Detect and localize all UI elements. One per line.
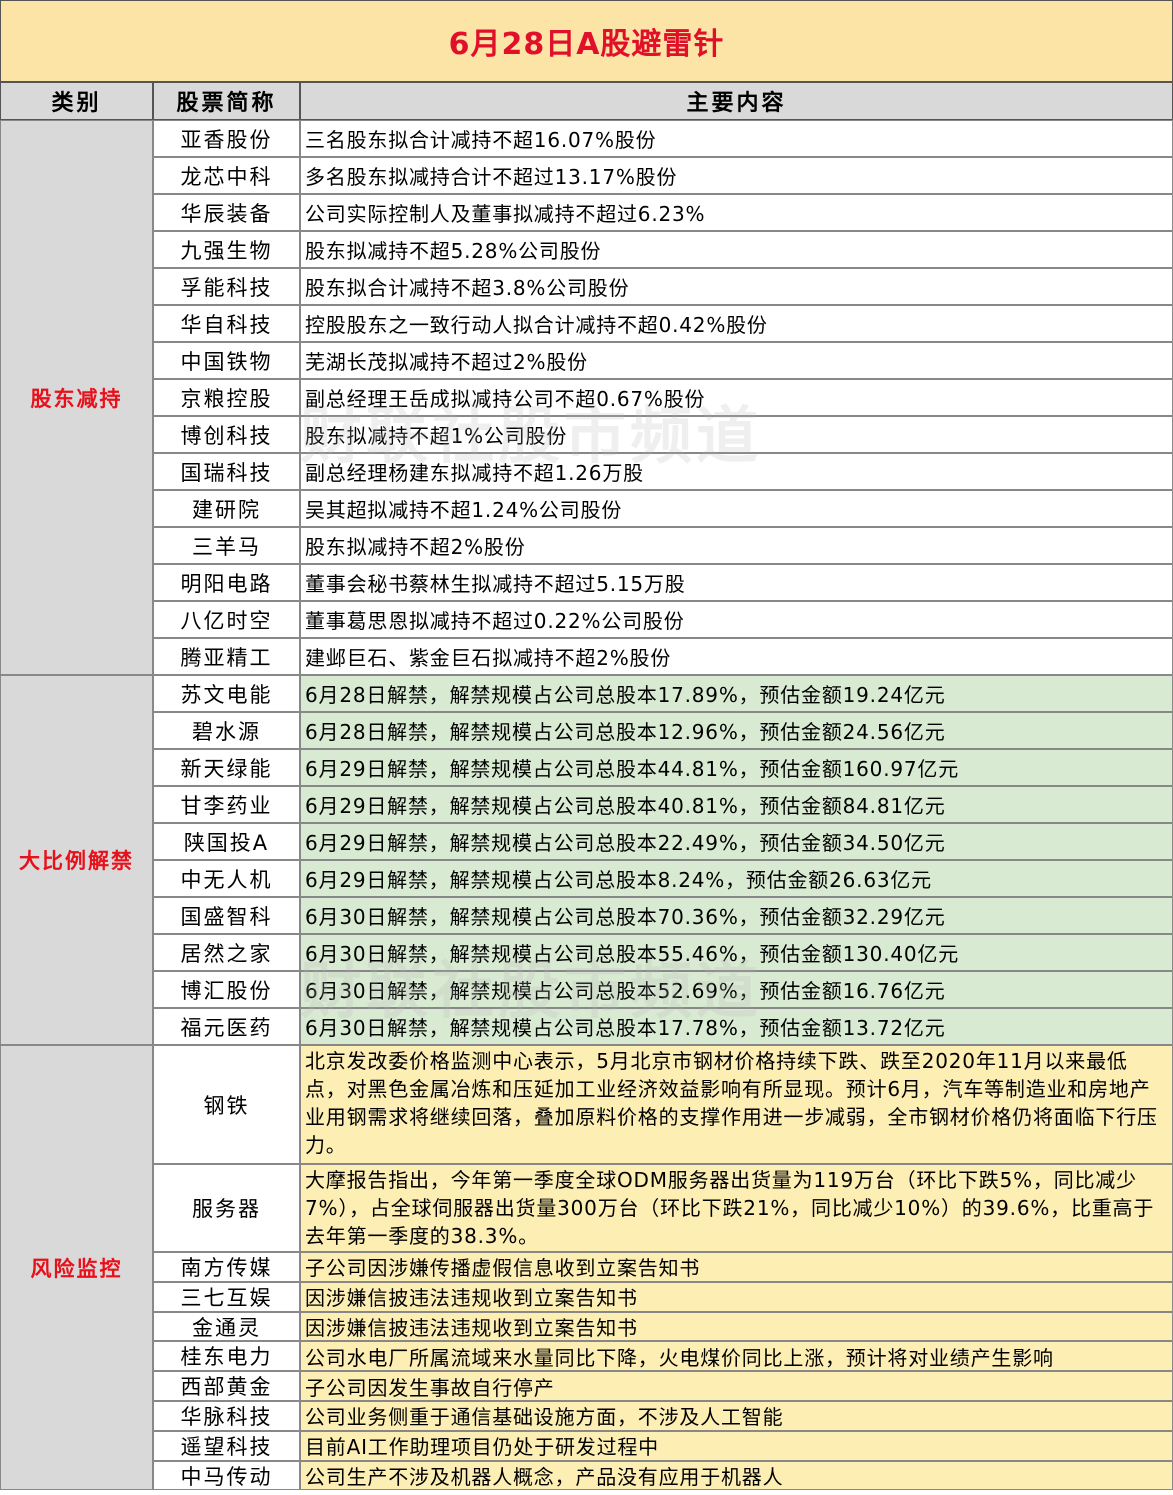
stock-name: 龙芯中科 <box>153 157 300 194</box>
content-cell: 目前AI工作助理项目仍处于研发过程中 <box>300 1430 1173 1461</box>
content-cell: 公司水电厂所属流域来水量同比下降，火电煤价同比上涨，预计将对业绩产生影响 <box>300 1341 1173 1372</box>
content-cell: 6月28日解禁，解禁规模占公司总股本12.96%，预估金额24.56亿元 <box>300 712 1173 749</box>
category-cell: 大比例解禁 <box>0 675 153 1045</box>
stock-name: 碧水源 <box>153 712 300 749</box>
content-cell: 股东拟减持不超5.28%公司股份 <box>300 231 1173 268</box>
content-cell: 副总经理杨建东拟减持不超1.26万股 <box>300 453 1173 490</box>
stock-name: 华脉科技 <box>153 1401 300 1431</box>
stock-name: 甘李药业 <box>153 786 300 823</box>
stock-name: 福元医药 <box>153 1008 300 1045</box>
content-cell: 6月29日解禁，解禁规模占公司总股本8.24%，预估金额26.63亿元 <box>300 860 1173 897</box>
stock-name: 腾亚精工 <box>153 638 300 675</box>
stock-name: 服务器 <box>153 1164 300 1252</box>
content-cell: 6月30日解禁，解禁规模占公司总股本55.46%，预估金额130.40亿元 <box>300 934 1173 971</box>
content-cell: 大摩报告指出，今年第一季度全球ODM服务器出货量为119万台（环比下跌5%，同比… <box>300 1164 1173 1252</box>
stock-name: 新天绿能 <box>153 749 300 786</box>
page-title: 6月28日A股避雷针 <box>0 0 1173 82</box>
content-cell: 因涉嫌信披违法违规收到立案告知书 <box>300 1311 1173 1342</box>
stock-name: 亚香股份 <box>153 120 300 157</box>
stock-name: 中国铁物 <box>153 342 300 379</box>
stock-name: 华辰装备 <box>153 194 300 231</box>
stock-name: 南方传媒 <box>153 1252 300 1282</box>
stock-name: 桂东电力 <box>153 1341 300 1372</box>
stock-name: 博创科技 <box>153 416 300 453</box>
content-cell: 控股股东之一致行动人拟合计减持不超0.42%股份 <box>300 305 1173 342</box>
content-cell: 6月28日解禁，解禁规模占公司总股本17.89%，预估金额19.24亿元 <box>300 675 1173 712</box>
stock-name: 明阳电路 <box>153 564 300 601</box>
header-category: 类别 <box>0 82 153 120</box>
content-cell: 股东拟减持不超1%公司股份 <box>300 416 1173 453</box>
stock-name: 陕国投A <box>153 823 300 860</box>
content-cell: 因涉嫌信披违法违规收到立案告知书 <box>300 1281 1173 1312</box>
content-cell: 子公司因涉嫌传播虚假信息收到立案告知书 <box>300 1252 1173 1282</box>
content-cell: 公司业务侧重于通信基础设施方面，不涉及人工智能 <box>300 1401 1173 1431</box>
stock-name: 九强生物 <box>153 231 300 268</box>
content-cell: 股东拟减持不超2%股份 <box>300 527 1173 564</box>
stock-name: 八亿时空 <box>153 601 300 638</box>
stock-name: 三羊马 <box>153 527 300 564</box>
stock-name: 华自科技 <box>153 305 300 342</box>
content-cell: 6月30日解禁，解禁规模占公司总股本17.78%，预估金额13.72亿元 <box>300 1008 1173 1045</box>
content-cell: 公司生产不涉及机器人概念，产品没有应用于机器人 <box>300 1460 1173 1491</box>
header-content: 主要内容 <box>300 82 1173 120</box>
content-cell: 6月29日解禁，解禁规模占公司总股本40.81%，预估金额84.81亿元 <box>300 786 1173 823</box>
stock-name: 建研院 <box>153 490 300 527</box>
content-cell: 董事葛思恩拟减持不超过0.22%公司股份 <box>300 601 1173 638</box>
stock-name: 苏文电能 <box>153 675 300 712</box>
stock-name: 遥望科技 <box>153 1430 300 1461</box>
stock-name: 京粮控股 <box>153 379 300 416</box>
content-cell: 6月29日解禁，解禁规模占公司总股本44.81%，预估金额160.97亿元 <box>300 749 1173 786</box>
stock-name: 国盛智科 <box>153 897 300 934</box>
stock-name: 博汇股份 <box>153 971 300 1008</box>
content-cell: 股东拟合计减持不超3.8%公司股份 <box>300 268 1173 305</box>
content-cell: 多名股东拟减持合计不超过13.17%股份 <box>300 157 1173 194</box>
content-cell: 北京发改委价格监测中心表示，5月北京市钢材价格持续下跌、跌至2020年11月以来… <box>300 1045 1173 1164</box>
stock-name: 居然之家 <box>153 934 300 971</box>
content-cell: 建邺巨石、紫金巨石拟减持不超2%股份 <box>300 638 1173 675</box>
stock-name: 中马传动 <box>153 1460 300 1491</box>
content-cell: 6月30日解禁，解禁规模占公司总股本70.36%，预估金额32.29亿元 <box>300 897 1173 934</box>
header-stock: 股票简称 <box>153 82 300 120</box>
content-cell: 吴其超拟减持不超1.24%公司股份 <box>300 490 1173 527</box>
stock-name: 西部黄金 <box>153 1371 300 1401</box>
stock-name: 中无人机 <box>153 860 300 897</box>
content-cell: 公司实际控制人及董事拟减持不超过6.23% <box>300 194 1173 231</box>
content-cell: 6月30日解禁，解禁规模占公司总股本52.69%，预估金额16.76亿元 <box>300 971 1173 1008</box>
content-cell: 副总经理王岳成拟减持公司不超0.67%股份 <box>300 379 1173 416</box>
content-cell: 6月29日解禁，解禁规模占公司总股本22.49%，预估金额34.50亿元 <box>300 823 1173 860</box>
category-cell: 风险监控 <box>0 1045 153 1491</box>
content-cell: 三名股东拟合计减持不超16.07%股份 <box>300 120 1173 157</box>
content-cell: 芜湖长茂拟减持不超过2%股份 <box>300 342 1173 379</box>
content-cell: 子公司因发生事故自行停产 <box>300 1371 1173 1401</box>
stock-name: 钢铁 <box>153 1045 300 1164</box>
stock-name: 金通灵 <box>153 1311 300 1342</box>
content-cell: 董事会秘书蔡林生拟减持不超过5.15万股 <box>300 564 1173 601</box>
stock-name: 孚能科技 <box>153 268 300 305</box>
category-cell: 股东减持 <box>0 120 153 675</box>
stock-name: 三七互娱 <box>153 1281 300 1312</box>
stock-name: 国瑞科技 <box>153 453 300 490</box>
